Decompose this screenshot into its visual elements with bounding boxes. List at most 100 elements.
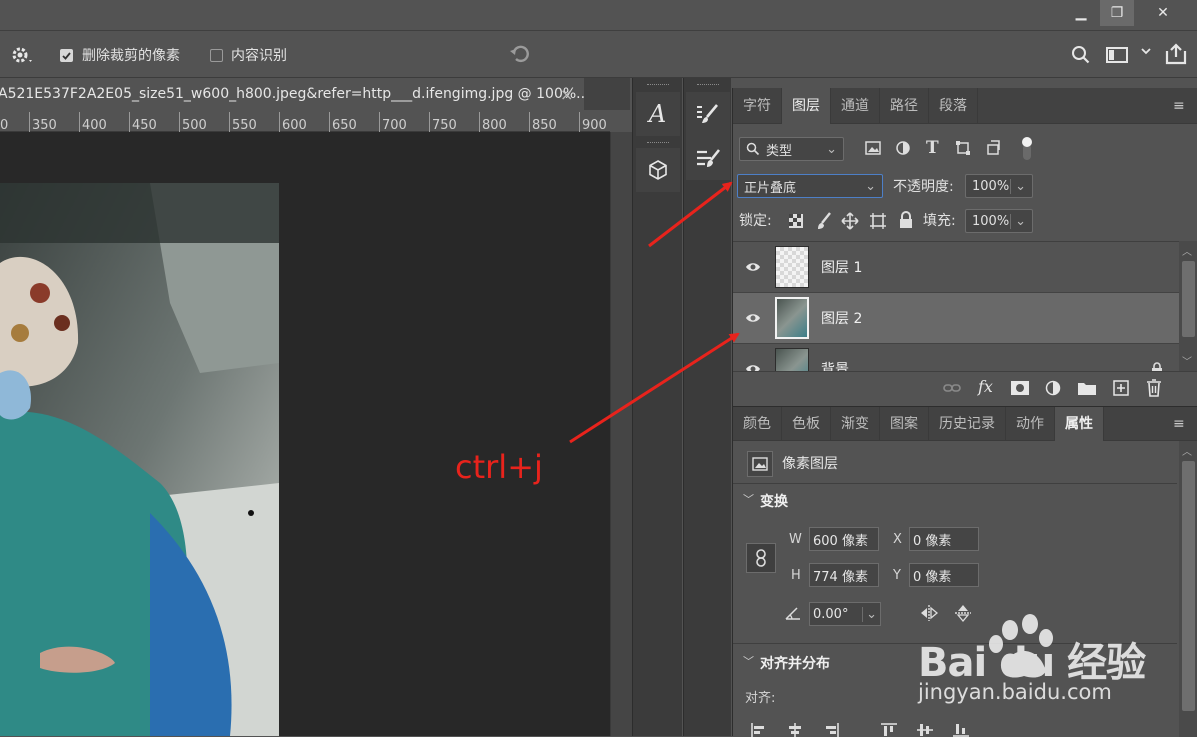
tab-patterns[interactable]: 图案 (880, 407, 929, 441)
document-tab[interactable]: A521E537F2A2E05_size51_w600_h800.jpeg&re… (0, 78, 584, 110)
y-input[interactable]: 0 像素 (909, 563, 979, 587)
3d-panel-button[interactable] (635, 148, 680, 192)
search-icon (746, 142, 760, 156)
opacity-input[interactable]: 100% ⌄ (965, 174, 1033, 198)
delete-cropped-label: 删除裁剪的像素 (82, 48, 180, 64)
minimize-button[interactable]: ▁ (1064, 0, 1098, 26)
layer-row[interactable]: 图层 1 (733, 242, 1179, 293)
adjustment-layer-icon[interactable] (1045, 380, 1061, 396)
drag-handle[interactable] (646, 84, 669, 90)
scroll-up-icon[interactable]: ︿ (1182, 443, 1192, 458)
align-right-edges-icon[interactable] (823, 723, 839, 737)
options-bar: 删除裁剪的像素 内容识别 (0, 30, 1197, 78)
link-layers-icon[interactable] (943, 382, 961, 394)
width-value: 600 像素 (813, 533, 868, 549)
fx-icon[interactable]: fx (978, 377, 993, 396)
layer-thumbnail (775, 297, 809, 339)
tab-character[interactable]: 字符 (733, 88, 782, 124)
adjustment-filter-icon[interactable] (895, 140, 911, 156)
scroll-up-icon[interactable]: ︿ (1182, 243, 1192, 258)
layer-name: 图层 1 (821, 260, 863, 276)
panel-menu-icon[interactable]: ≡ (1173, 88, 1197, 123)
delete-cropped-checkbox[interactable] (60, 49, 73, 62)
link-proportions-button[interactable] (746, 543, 776, 573)
close-tab-icon[interactable]: × (560, 85, 573, 104)
chevron-down-icon[interactable] (1140, 46, 1152, 56)
content-aware-checkbox[interactable] (210, 49, 223, 62)
chevron-down-icon[interactable]: ⌄ (862, 606, 877, 622)
align-bottom-edges-icon[interactable] (953, 723, 969, 737)
ruler-line (129, 112, 130, 132)
align-vertical-centers-icon[interactable] (917, 723, 933, 737)
chevron-down-icon[interactable]: ﹀ (743, 491, 754, 507)
divider (733, 643, 1177, 644)
scroll-down-icon[interactable]: ﹀ (1182, 353, 1192, 368)
gear-icon[interactable] (10, 45, 34, 65)
image-filter-icon[interactable] (865, 141, 881, 155)
add-mask-icon[interactable] (1011, 381, 1029, 395)
align-horizontal-centers-icon[interactable] (787, 723, 803, 737)
tab-color[interactable]: 颜色 (733, 407, 782, 441)
tab-paragraph[interactable]: 段落 (929, 88, 978, 124)
lock-artboard-icon[interactable] (869, 212, 887, 230)
align-left-edges-icon[interactable] (751, 723, 767, 737)
eye-icon[interactable] (745, 363, 761, 371)
properties-scrollbar[interactable]: ︿ (1179, 441, 1197, 737)
new-layer-icon[interactable] (1113, 380, 1129, 396)
scroll-thumb[interactable] (1182, 461, 1195, 711)
lock-position-icon[interactable] (841, 212, 859, 230)
tab-history[interactable]: 历史记录 (929, 407, 1006, 441)
smart-object-filter-icon[interactable] (985, 140, 1001, 156)
width-input[interactable]: 600 像素 (809, 527, 879, 551)
lock-pixels-icon[interactable] (816, 212, 832, 230)
panel-menu-icon[interactable]: ≡ (1173, 407, 1197, 440)
canvas-area[interactable] (0, 132, 610, 736)
x-input[interactable]: 0 像素 (909, 527, 979, 551)
eye-icon[interactable] (745, 312, 761, 324)
brush-presets-button[interactable] (685, 136, 730, 180)
filter-toggle[interactable] (1021, 136, 1033, 162)
chevron-down-icon[interactable]: ﹀ (743, 653, 754, 669)
ruler-tick: 750 (432, 118, 457, 133)
lock-transparent-icon[interactable] (789, 214, 803, 228)
layers-panel-tabs: 字符 图层 通道 路径 段落 ≡ (733, 88, 1197, 124)
tab-paths[interactable]: 路径 (880, 88, 929, 124)
tab-properties[interactable]: 属性 (1055, 407, 1104, 441)
angle-input[interactable]: 0.00° ⌄ (809, 602, 881, 626)
fill-input[interactable]: 100% ⌄ (965, 209, 1033, 233)
tab-layers[interactable]: 图层 (782, 88, 831, 124)
reset-icon[interactable] (508, 43, 532, 65)
workspace-icon[interactable] (1106, 46, 1130, 64)
new-group-icon[interactable] (1078, 381, 1096, 395)
tab-actions[interactable]: 动作 (1006, 407, 1055, 441)
glyphs-panel-button[interactable]: A (635, 92, 680, 136)
flip-vertical-icon[interactable] (955, 603, 971, 623)
layer-row-selected[interactable]: 图层 2 (733, 293, 1179, 344)
flip-horizontal-icon[interactable] (919, 605, 939, 621)
close-window-button[interactable]: ✕ (1146, 0, 1180, 26)
layer-thumbnail (775, 348, 809, 371)
layers-scrollbar[interactable]: ︿ ﹀ (1179, 241, 1197, 371)
blend-mode-select[interactable]: 正片叠底 ⌄ (737, 174, 883, 198)
height-input[interactable]: 774 像素 (809, 563, 879, 587)
tab-gradients[interactable]: 渐变 (831, 407, 880, 441)
align-top-edges-icon[interactable] (881, 723, 897, 737)
chevron-down-icon[interactable]: ⌄ (1010, 213, 1026, 229)
canvas-scrollbar[interactable] (610, 132, 632, 736)
layer-row[interactable]: 背景 (733, 344, 1179, 371)
brush-settings-button[interactable] (685, 92, 730, 136)
tab-channels[interactable]: 通道 (831, 88, 880, 124)
eye-icon[interactable] (745, 261, 761, 273)
scroll-thumb[interactable] (1182, 261, 1195, 337)
search-icon[interactable] (1071, 45, 1091, 65)
restore-button[interactable]: ❐ (1100, 0, 1134, 26)
drag-handle[interactable] (696, 84, 719, 90)
shape-filter-icon[interactable] (955, 140, 971, 156)
share-icon[interactable] (1164, 42, 1188, 66)
delete-layer-icon[interactable] (1146, 379, 1162, 397)
tab-swatches[interactable]: 色板 (782, 407, 831, 441)
type-filter-icon[interactable]: T (926, 138, 939, 158)
chevron-down-icon[interactable]: ⌄ (1010, 178, 1026, 194)
layer-filter-select[interactable]: 类型 ⌄ (739, 137, 844, 161)
lock-all-icon[interactable] (899, 211, 913, 229)
